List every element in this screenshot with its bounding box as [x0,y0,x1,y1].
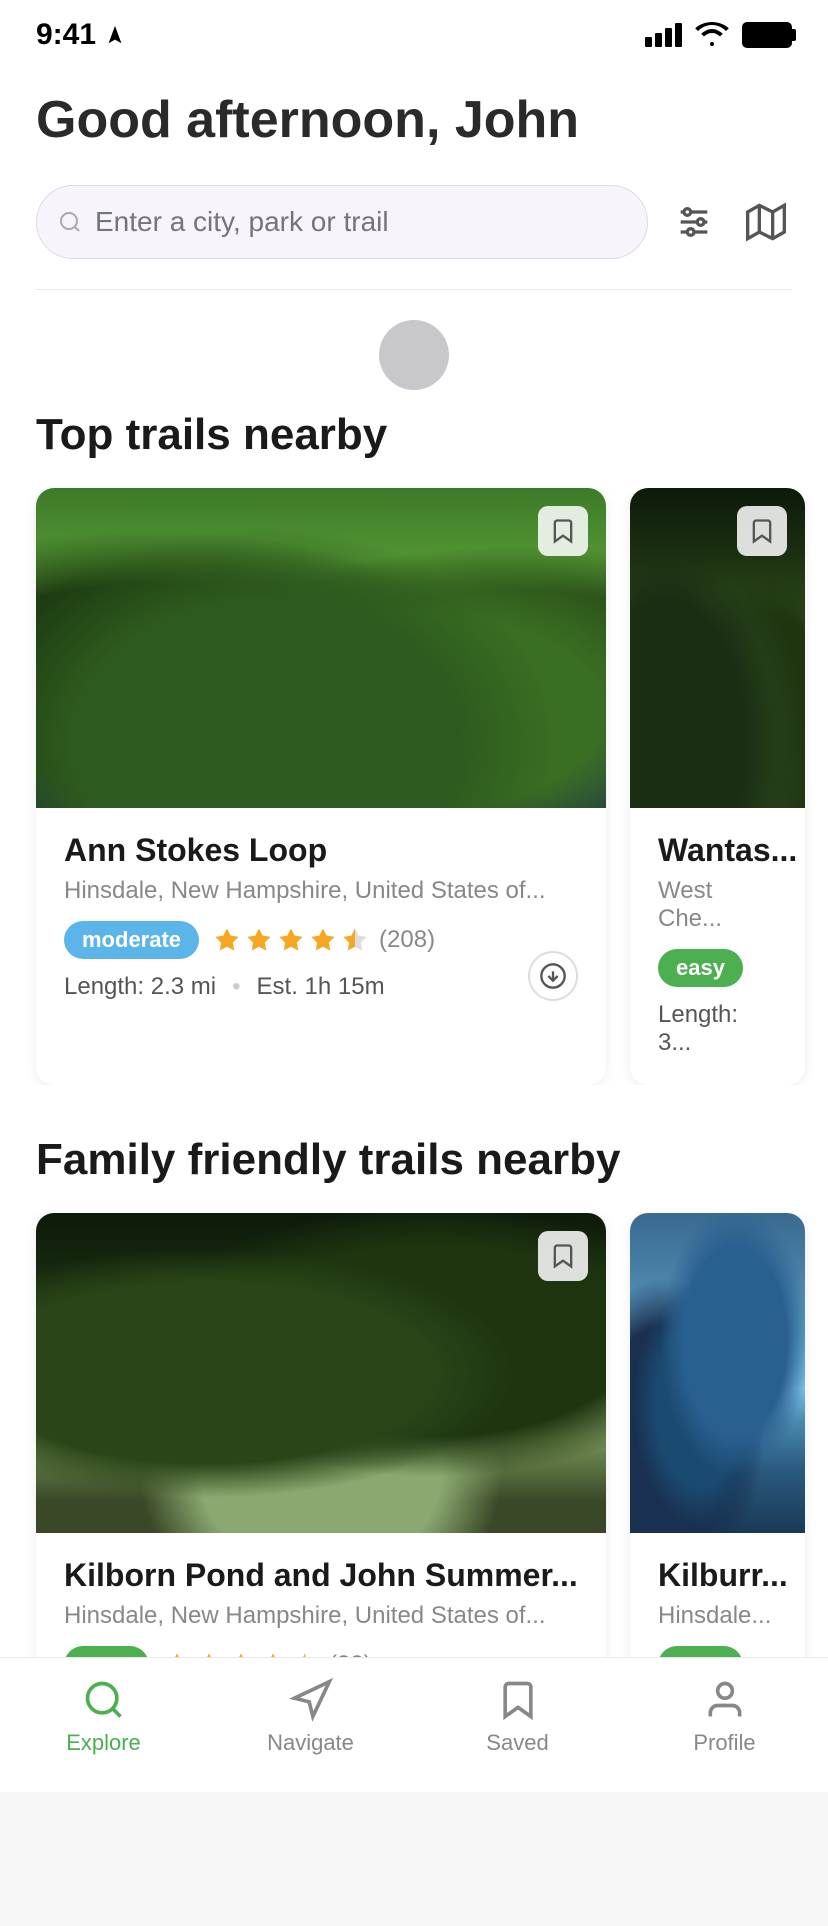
difficulty-badge-2: easy [658,949,743,987]
navigate-icon [289,1678,333,1722]
trail-card-wantas[interactable]: Wantas... West Che... easy Length: 3... [630,488,805,1085]
signal-bars-icon [645,23,682,47]
explore-icon [82,1678,126,1722]
nav-profile[interactable]: Profile [621,1678,828,1756]
bookmark-button[interactable] [538,506,588,556]
top-trails-scroll: Ann Stokes Loop Hinsdale, New Hampshire,… [0,488,828,1085]
location-icon [104,24,126,46]
trail-image [36,488,606,808]
family-trails-scroll: Kilborn Pond and John Summer... Hinsdale… [0,1213,828,1726]
trail-length-2: Length: 3... [658,1001,777,1057]
bottom-nav: Explore Navigate Saved Profile [0,1657,828,1792]
trail-stats-2: Length: 3... [658,1001,777,1057]
trail-name-2: Wantas... [658,832,777,869]
nav-profile-label: Profile [693,1730,755,1756]
trail-name-4: Kilburr... [658,1557,777,1594]
top-trails-title: Top trails nearby [36,410,792,460]
status-bar: 9:41 [0,0,828,62]
filter-button[interactable] [668,196,720,248]
trail-name-3: Kilborn Pond and John Summer... [64,1557,578,1594]
difficulty-badge: moderate [64,921,199,959]
trail-length: Length: 2.3 mi [64,973,216,1001]
trail-image-3 [36,1213,606,1533]
section-gap [36,1085,792,1135]
star-half-icon [341,926,369,954]
search-row [36,185,792,259]
map-button[interactable] [740,196,792,248]
profile-icon [703,1678,747,1722]
card-image-kilborn [36,1213,606,1533]
star-rating: (208) [213,926,435,954]
search-input[interactable] [36,185,648,259]
bookmark-button-2[interactable] [737,506,787,556]
card-image-ann-stokes [36,488,606,808]
nav-saved-label: Saved [486,1730,548,1756]
sep: • [232,973,240,1001]
trail-stats: Length: 2.3 mi • Est. 1h 15m [64,973,578,1001]
card-body: Ann Stokes Loop Hinsdale, New Hampshire,… [36,808,606,1029]
scroll-indicator [36,320,792,390]
nav-saved[interactable]: Saved [414,1678,621,1756]
trail-time: Est. 1h 15m [257,973,385,1001]
card-image-kilburr [630,1213,805,1533]
trail-location-2: West Che... [658,877,777,933]
star-1-icon [213,926,241,954]
download-icon [539,962,567,990]
download-button[interactable] [528,951,578,1001]
greeting-text: Good afternoon, John [36,92,792,149]
status-icons [645,22,792,48]
star-4-icon [309,926,337,954]
trail-image-4 [630,1213,805,1533]
scroll-dot [379,320,449,390]
nav-navigate-label: Navigate [267,1730,354,1756]
star-3-icon [277,926,305,954]
search-wrapper[interactable] [36,185,648,259]
trail-card-kilburr[interactable]: Kilburr... Hinsdale... easy [630,1213,805,1726]
star-2-icon [245,926,273,954]
nav-explore[interactable]: Explore [0,1678,207,1756]
battery-icon [742,22,792,48]
trail-card-kilborn[interactable]: Kilborn Pond and John Summer... Hinsdale… [36,1213,606,1726]
card-body-2: Wantas... West Che... easy Length: 3... [630,808,805,1085]
bookmark-button-3[interactable] [538,1231,588,1281]
family-trails-title: Family friendly trails nearby [36,1135,792,1185]
review-count: (208) [379,926,435,954]
divider [36,289,792,290]
trail-meta-row-2: easy [658,949,777,987]
trail-name: Ann Stokes Loop [64,832,578,869]
saved-icon [496,1678,540,1722]
search-icon [58,210,82,234]
status-time: 9:41 [36,18,126,52]
nav-navigate[interactable]: Navigate [207,1678,414,1756]
trail-card-ann-stokes[interactable]: Ann Stokes Loop Hinsdale, New Hampshire,… [36,488,606,1085]
nav-explore-label: Explore [66,1730,141,1756]
trail-location-4: Hinsdale... [658,1602,777,1630]
trail-location-3: Hinsdale, New Hampshire, United States o… [64,1602,578,1630]
trail-meta-row: moderate [64,921,578,959]
wifi-icon [694,22,730,48]
card-image-wantas [630,488,805,808]
trail-location: Hinsdale, New Hampshire, United States o… [64,877,578,905]
